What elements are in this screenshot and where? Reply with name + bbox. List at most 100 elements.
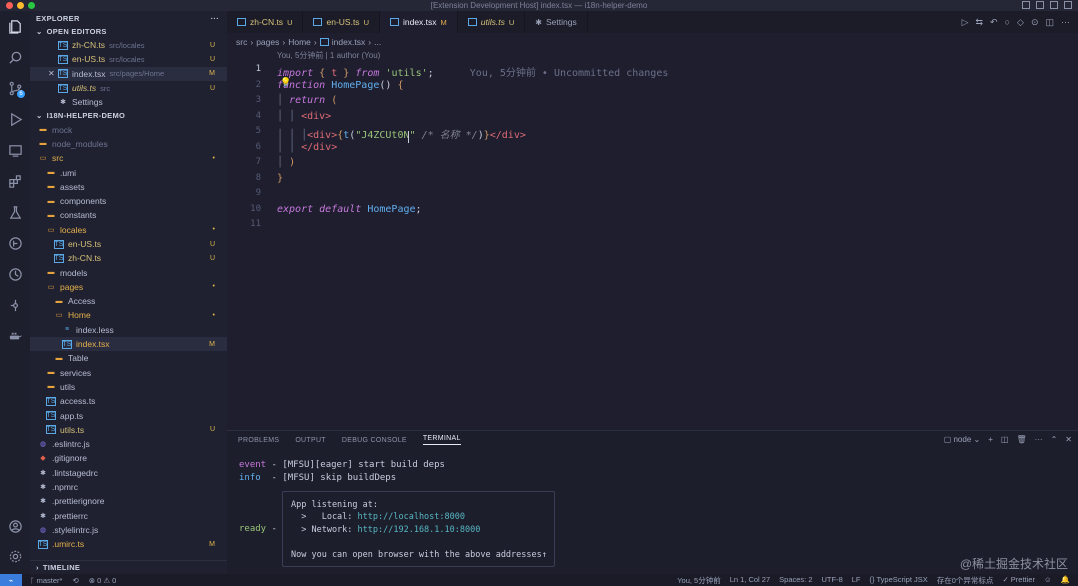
- status-blame[interactable]: You, 5分钟前: [677, 575, 721, 586]
- toggle-sidebar-icon[interactable]: [1022, 1, 1030, 9]
- tree-item[interactable]: ✱ .lintstagedrc: [30, 466, 227, 480]
- tree-item[interactable]: ▬ components: [30, 194, 227, 208]
- breadcrumb-more[interactable]: ...: [374, 37, 381, 47]
- tree-item[interactable]: TS app.ts: [30, 408, 227, 422]
- testing-icon[interactable]: [0, 197, 30, 228]
- panel-tab-problems[interactable]: PROBLEMS: [238, 437, 279, 444]
- timeline-icon[interactable]: [0, 259, 30, 290]
- tree-item[interactable]: ≡ index.less: [30, 323, 227, 337]
- timeline-section[interactable]: › TIMELINE: [30, 560, 227, 574]
- feedback-icon[interactable]: ☺: [1044, 575, 1052, 586]
- tree-item[interactable]: ▭ src •: [30, 151, 227, 165]
- remote-indicator-icon[interactable]: ⌁: [0, 574, 22, 586]
- go-forward-icon[interactable]: ○: [1005, 17, 1010, 27]
- project-section[interactable]: ⌄ I18N-HELPER-DEMO: [30, 109, 227, 122]
- search-icon[interactable]: [0, 42, 30, 73]
- tree-item[interactable]: ▬ Table: [30, 351, 227, 365]
- tree-item[interactable]: TS index.tsx M: [30, 336, 227, 352]
- explorer-icon[interactable]: [0, 11, 30, 42]
- tree-item[interactable]: ◍ .eslintrc.js: [30, 437, 227, 451]
- manage-gear-icon[interactable]: [0, 541, 30, 572]
- open-editor-item[interactable]: TS utils.ts src U: [30, 81, 227, 95]
- navigate-icon[interactable]: ◇: [1017, 17, 1024, 28]
- toggle-blame-icon[interactable]: ⊙: [1031, 17, 1039, 28]
- panel-more-icon[interactable]: ···: [1035, 435, 1043, 444]
- tree-item[interactable]: ▭ pages •: [30, 280, 227, 294]
- punctuation-check[interactable]: 存在0个异常标点: [937, 575, 994, 586]
- gitlens-icon[interactable]: [0, 290, 30, 321]
- code-line-7[interactable]: │ ): [277, 157, 295, 168]
- line-ending[interactable]: LF: [852, 575, 861, 586]
- source-control-icon[interactable]: 6: [0, 73, 30, 104]
- code-line-6[interactable]: │ │ </div>: [277, 142, 337, 153]
- tree-item[interactable]: TS en-US.ts U: [30, 237, 227, 251]
- encoding[interactable]: UTF-8: [822, 575, 843, 586]
- open-editor-item[interactable]: TS zh-CN.ts src/locales U: [30, 38, 227, 52]
- open-editor-item[interactable]: ✕ TS index.tsx src/pages/Home M: [30, 66, 227, 81]
- tree-item[interactable]: TS utils.ts U: [30, 423, 227, 437]
- codelens-blame[interactable]: You, 5分钟前 | 1 author (You): [277, 50, 380, 61]
- close-panel-icon[interactable]: ✕: [1065, 435, 1072, 444]
- toggle-panel-icon[interactable]: [1036, 1, 1044, 9]
- tab-settings[interactable]: ✱ Settings: [525, 11, 588, 33]
- go-back-icon[interactable]: ↶: [990, 17, 998, 28]
- tree-item[interactable]: ✱ .npmrc: [30, 480, 227, 494]
- branch-indicator[interactable]: ᚴ master*: [30, 576, 62, 585]
- tree-item[interactable]: TS .umirc.ts M: [30, 537, 227, 551]
- tree-item[interactable]: ▬ node_modules: [30, 137, 227, 151]
- tree-item[interactable]: ✱ .prettierignore: [30, 494, 227, 508]
- code-line-8[interactable]: }: [277, 173, 283, 184]
- accounts-icon[interactable]: [0, 511, 30, 542]
- cursor-position[interactable]: Ln 1, Col 27: [730, 575, 770, 586]
- tree-item[interactable]: ▬ services: [30, 366, 227, 380]
- kill-terminal-icon[interactable]: 🗑: [1016, 435, 1026, 444]
- terminal-selector[interactable]: ▢ node ⌄: [944, 435, 981, 444]
- tab-utils-ts[interactable]: utils.ts U: [458, 11, 526, 33]
- notifications-icon[interactable]: 🔔: [1061, 575, 1070, 586]
- explorer-more-icon[interactable]: ···: [211, 14, 219, 23]
- more-actions-icon[interactable]: ···: [1061, 17, 1070, 27]
- problems-indicator[interactable]: ⊗ 0 ⚠ 0: [89, 576, 117, 585]
- tree-item[interactable]: ▬ Access: [30, 294, 227, 308]
- lightbulb-icon[interactable]: 💡: [280, 77, 291, 88]
- breadcrumb-home[interactable]: Home: [288, 37, 311, 47]
- tab-en-us-ts[interactable]: en-US.ts U: [303, 11, 380, 33]
- docker-icon[interactable]: [0, 321, 30, 352]
- split-terminal-icon[interactable]: ◫: [1001, 435, 1009, 444]
- indentation[interactable]: Spaces: 2: [779, 575, 812, 586]
- run-debug-icon[interactable]: [0, 104, 30, 135]
- sync-icon[interactable]: ⟲: [72, 576, 78, 585]
- tree-item[interactable]: ▬ assets: [30, 180, 227, 194]
- layout-controls[interactable]: [1022, 0, 1072, 9]
- toggle-secondary-sidebar-icon[interactable]: [1050, 1, 1058, 9]
- open-editor-item[interactable]: ✱ Settings: [30, 95, 227, 109]
- remote-explorer-icon[interactable]: [0, 135, 30, 166]
- code-line-3[interactable]: │ return (: [277, 95, 337, 106]
- close-editor-icon[interactable]: ✕: [48, 69, 58, 78]
- network-url-link[interactable]: http://192.168.1.10:8000: [358, 525, 481, 535]
- tab-index-tsx[interactable]: index.tsx M: [379, 11, 458, 33]
- extensions-icon[interactable]: [0, 166, 30, 197]
- split-editor-icon[interactable]: ◫: [1045, 17, 1054, 28]
- panel-tab-debug-console[interactable]: DEBUG CONSOLE: [342, 437, 407, 444]
- open-editor-item[interactable]: TS en-US.ts src/locales U: [30, 52, 227, 66]
- tree-item[interactable]: ◍ .stylelintrc.js: [30, 523, 227, 537]
- tree-item[interactable]: ▬ .umi: [30, 165, 227, 179]
- maximize-panel-icon[interactable]: ⌃: [1051, 435, 1058, 444]
- tree-item[interactable]: TS access.ts: [30, 394, 227, 408]
- panel-tab-terminal[interactable]: TERMINAL: [422, 435, 461, 445]
- tree-item[interactable]: ▬ constants: [30, 208, 227, 222]
- tree-item[interactable]: TS zh-CN.ts U: [30, 251, 227, 265]
- tab-zh-cn-ts[interactable]: zh-CN.ts U: [227, 11, 304, 33]
- code-line-2[interactable]: function HomePage() {: [277, 80, 403, 91]
- compare-changes-icon[interactable]: ⇆: [975, 17, 983, 28]
- language-mode[interactable]: {} TypeScript JSX: [870, 575, 928, 586]
- tree-item[interactable]: ▬ utils: [30, 380, 227, 394]
- code-line-1[interactable]: import { t } from 'utils'; You, 5分钟前 • U…: [277, 64, 668, 79]
- code-editor[interactable]: You, 5分钟前 | 1 author (You) 1 2 3 4 5 6 7 8 9 10 11…: [227, 50, 1078, 430]
- local-url-link[interactable]: http://localhost:8000: [358, 512, 465, 522]
- panel-tab-output[interactable]: OUTPUT: [295, 437, 326, 444]
- code-line-4[interactable]: │ │ <div>: [277, 111, 331, 122]
- breadcrumb-file[interactable]: index.tsx: [332, 37, 366, 47]
- new-terminal-icon[interactable]: +: [988, 435, 993, 444]
